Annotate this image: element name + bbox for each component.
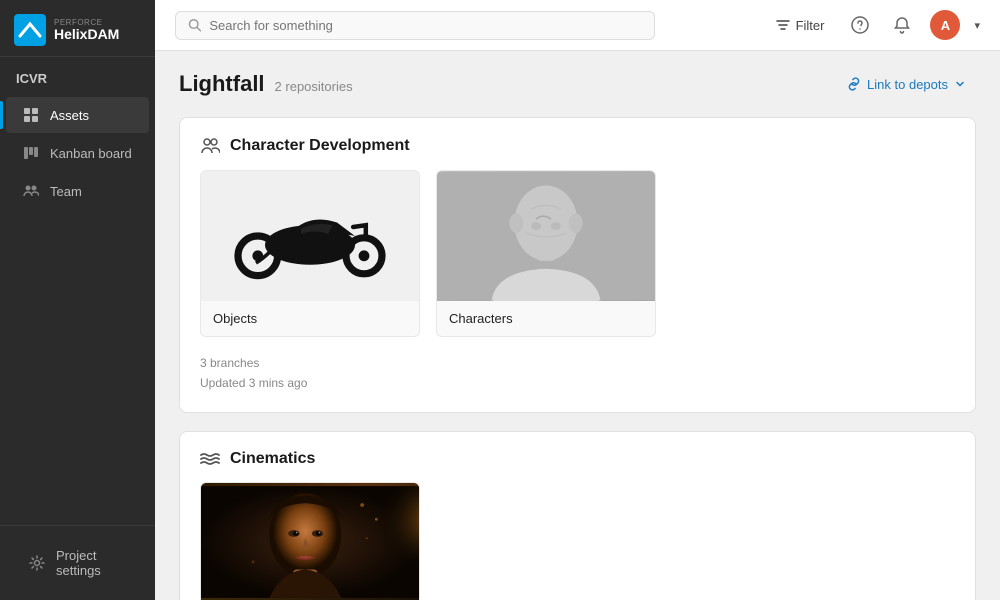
motorcycle-svg (220, 186, 400, 286)
search-box[interactable] (175, 11, 655, 40)
repo-card-character-dev: Character Development (179, 117, 976, 413)
kanban-label: Kanban board (50, 146, 132, 161)
help-icon (851, 16, 869, 34)
sidebar-item-assets[interactable]: Assets (6, 97, 149, 133)
repo-header-character-dev: Character Development (200, 136, 955, 156)
search-input[interactable] (209, 18, 642, 33)
repo-count: 2 repositories (275, 79, 353, 94)
repo-header-cinematics: Cinematics (200, 450, 955, 468)
link-to-depots-label: Link to depots (867, 77, 948, 92)
settings-icon (28, 554, 46, 572)
page-header: Lightfall 2 repositories Link to depots (179, 71, 976, 97)
topbar-actions: Filter A ▾ (768, 10, 980, 40)
repo-items-cinematics: Scenes (200, 482, 955, 600)
project-name: ICVR (0, 57, 155, 92)
cinematics-icon (200, 452, 220, 466)
expand-icon (954, 78, 966, 90)
notifications-button[interactable] (888, 11, 916, 39)
characters-label: Characters (437, 301, 655, 336)
content: Lightfall 2 repositories Link to depots (155, 51, 1000, 600)
updated-time-char: Updated 3 mins ago (200, 373, 955, 393)
repo-name-character-dev: Character Development (230, 137, 410, 155)
scenes-svg (201, 483, 419, 600)
character-dev-icon (200, 136, 220, 156)
repo-card-cinematics: Cinematics (179, 431, 976, 600)
characters-thumbnail (437, 171, 655, 301)
sidebar-item-team[interactable]: Team (6, 173, 149, 209)
team-label: Team (50, 184, 82, 199)
repo-item-characters[interactable]: Characters (436, 170, 656, 337)
assets-label: Assets (50, 108, 89, 123)
topbar: Filter A ▾ (155, 0, 1000, 51)
scenes-thumbnail (201, 483, 419, 600)
repo-item-objects[interactable]: Objects (200, 170, 420, 337)
main-area: Filter A ▾ Lightfall (155, 0, 1000, 600)
link-to-depots-button[interactable]: Link to depots (837, 72, 976, 97)
repo-meta-character-dev: 3 branches Updated 3 mins ago (200, 353, 955, 394)
sidebar: perforce HelixDAM ICVR Assets (0, 0, 155, 600)
page-title-group: Lightfall 2 repositories (179, 71, 353, 97)
filter-button[interactable]: Filter (768, 14, 833, 37)
avatar[interactable]: A (930, 10, 960, 40)
kanban-icon (22, 144, 40, 162)
sidebar-nav: Assets Kanban board (0, 92, 155, 525)
sidebar-bottom: Project settings (0, 525, 155, 600)
objects-thumbnail (201, 171, 419, 301)
helix-logo-icon (14, 14, 46, 46)
assets-icon (22, 106, 40, 124)
filter-icon (776, 18, 790, 32)
logo-area: perforce HelixDAM (0, 0, 155, 57)
help-button[interactable] (846, 11, 874, 39)
search-icon (188, 18, 201, 32)
repo-name-cinematics: Cinematics (230, 450, 315, 468)
sidebar-item-kanban[interactable]: Kanban board (6, 135, 149, 171)
helix-label: HelixDAM (54, 27, 119, 41)
logo-text: perforce HelixDAM (54, 19, 119, 41)
bell-icon (893, 16, 911, 34)
settings-label: Project settings (56, 548, 127, 578)
repo-items-character-dev: Objects (200, 170, 955, 337)
sidebar-item-settings[interactable]: Project settings (12, 539, 143, 587)
branches-count: 3 branches (200, 353, 955, 373)
filter-label: Filter (796, 18, 825, 33)
link-icon (847, 77, 861, 91)
objects-label: Objects (201, 301, 419, 336)
chevron-down-icon[interactable]: ▾ (974, 19, 980, 32)
repo-item-scenes[interactable]: Scenes (200, 482, 420, 600)
page-title: Lightfall (179, 71, 265, 97)
team-icon (22, 182, 40, 200)
character-bust-svg (437, 171, 655, 301)
